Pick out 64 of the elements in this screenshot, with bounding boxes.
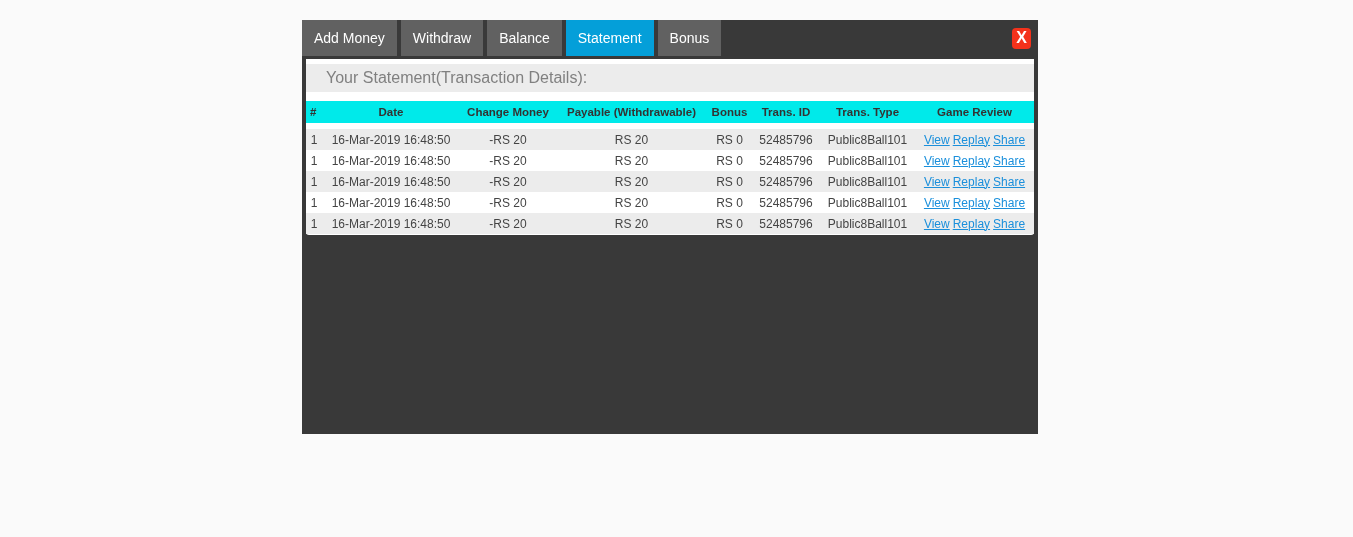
table-cell: 16-Mar-2019 16:48:50 bbox=[331, 216, 451, 231]
table-cell: RS 20 bbox=[614, 216, 649, 231]
tab[interactable]: Balance bbox=[487, 20, 562, 56]
link[interactable]: Replay bbox=[952, 216, 991, 231]
table-cell: 1 bbox=[310, 195, 318, 210]
column-header: Bonus bbox=[711, 106, 748, 118]
table-cell: Public8Ball101 bbox=[827, 153, 908, 168]
link[interactable]: Share bbox=[993, 153, 1026, 168]
table-cell: RS 20 bbox=[614, 195, 649, 210]
table-cell: 16-Mar-2019 16:48:50 bbox=[331, 195, 451, 210]
table-cell: -RS 20 bbox=[489, 195, 527, 210]
link[interactable]: Share bbox=[993, 195, 1026, 210]
link[interactable]: Replay bbox=[952, 174, 991, 189]
column-header: Trans. ID bbox=[761, 106, 811, 118]
table-cell: 52485796 bbox=[759, 174, 813, 189]
link[interactable]: Share bbox=[993, 216, 1026, 231]
table-cell: RS 0 bbox=[716, 174, 743, 189]
link[interactable]: View bbox=[923, 216, 950, 231]
table-cell: 1 bbox=[310, 216, 318, 231]
table-cell: Public8Ball101 bbox=[827, 195, 908, 210]
table-cell: 1 bbox=[310, 132, 318, 147]
link[interactable]: View bbox=[923, 132, 950, 147]
table-cell: Public8Ball101 bbox=[827, 216, 908, 231]
table-cell: -RS 20 bbox=[489, 132, 527, 147]
link[interactable]: Replay bbox=[952, 195, 991, 210]
link[interactable]: Replay bbox=[952, 153, 991, 168]
table-cell: Public8Ball101 bbox=[827, 132, 908, 147]
link[interactable]: View bbox=[923, 174, 950, 189]
table-cell: 16-Mar-2019 16:48:50 bbox=[331, 132, 451, 147]
column-header: # bbox=[310, 106, 317, 118]
table-cell: RS 0 bbox=[716, 216, 743, 231]
table-cell: RS 20 bbox=[614, 153, 649, 168]
table-cell: 1 bbox=[310, 153, 318, 168]
table-cell: RS 20 bbox=[614, 174, 649, 189]
table-cell: -RS 20 bbox=[489, 153, 527, 168]
column-header: Payable (Withdrawable) bbox=[567, 106, 696, 118]
table-cell: RS 20 bbox=[614, 132, 649, 147]
tab[interactable]: Bonus bbox=[657, 20, 722, 56]
link[interactable]: Share bbox=[993, 132, 1026, 147]
column-header: Game Review bbox=[937, 106, 1012, 118]
link[interactable]: Share bbox=[993, 174, 1026, 189]
table-cell: 52485796 bbox=[759, 132, 813, 147]
table-cell: 16-Mar-2019 16:48:50 bbox=[331, 153, 451, 168]
column-header: Trans. Type bbox=[835, 106, 900, 118]
tab[interactable]: Withdraw bbox=[400, 20, 484, 56]
table-cell: Public8Ball101 bbox=[827, 174, 908, 189]
column-header: Change Money bbox=[467, 106, 549, 118]
table-cell: RS 0 bbox=[716, 153, 743, 168]
table-cell: 16-Mar-2019 16:48:50 bbox=[331, 174, 451, 189]
table-cell: -RS 20 bbox=[489, 216, 527, 231]
link[interactable]: View bbox=[923, 153, 950, 168]
table-cell: 1 bbox=[310, 174, 318, 189]
link[interactable]: View bbox=[923, 195, 950, 210]
table-cell: RS 0 bbox=[716, 195, 743, 210]
table-cell: RS 0 bbox=[716, 132, 743, 147]
tab[interactable]: Add Money bbox=[302, 20, 397, 56]
close-button[interactable]: X bbox=[1012, 27, 1031, 49]
table-cell: 52485796 bbox=[759, 216, 813, 231]
link[interactable]: Replay bbox=[952, 132, 991, 147]
table-cell: 52485796 bbox=[759, 195, 813, 210]
table-cell: -RS 20 bbox=[489, 174, 527, 189]
column-header: Date bbox=[378, 106, 404, 118]
table-cell: 52485796 bbox=[759, 153, 813, 168]
tab[interactable]: Statement bbox=[565, 20, 654, 56]
